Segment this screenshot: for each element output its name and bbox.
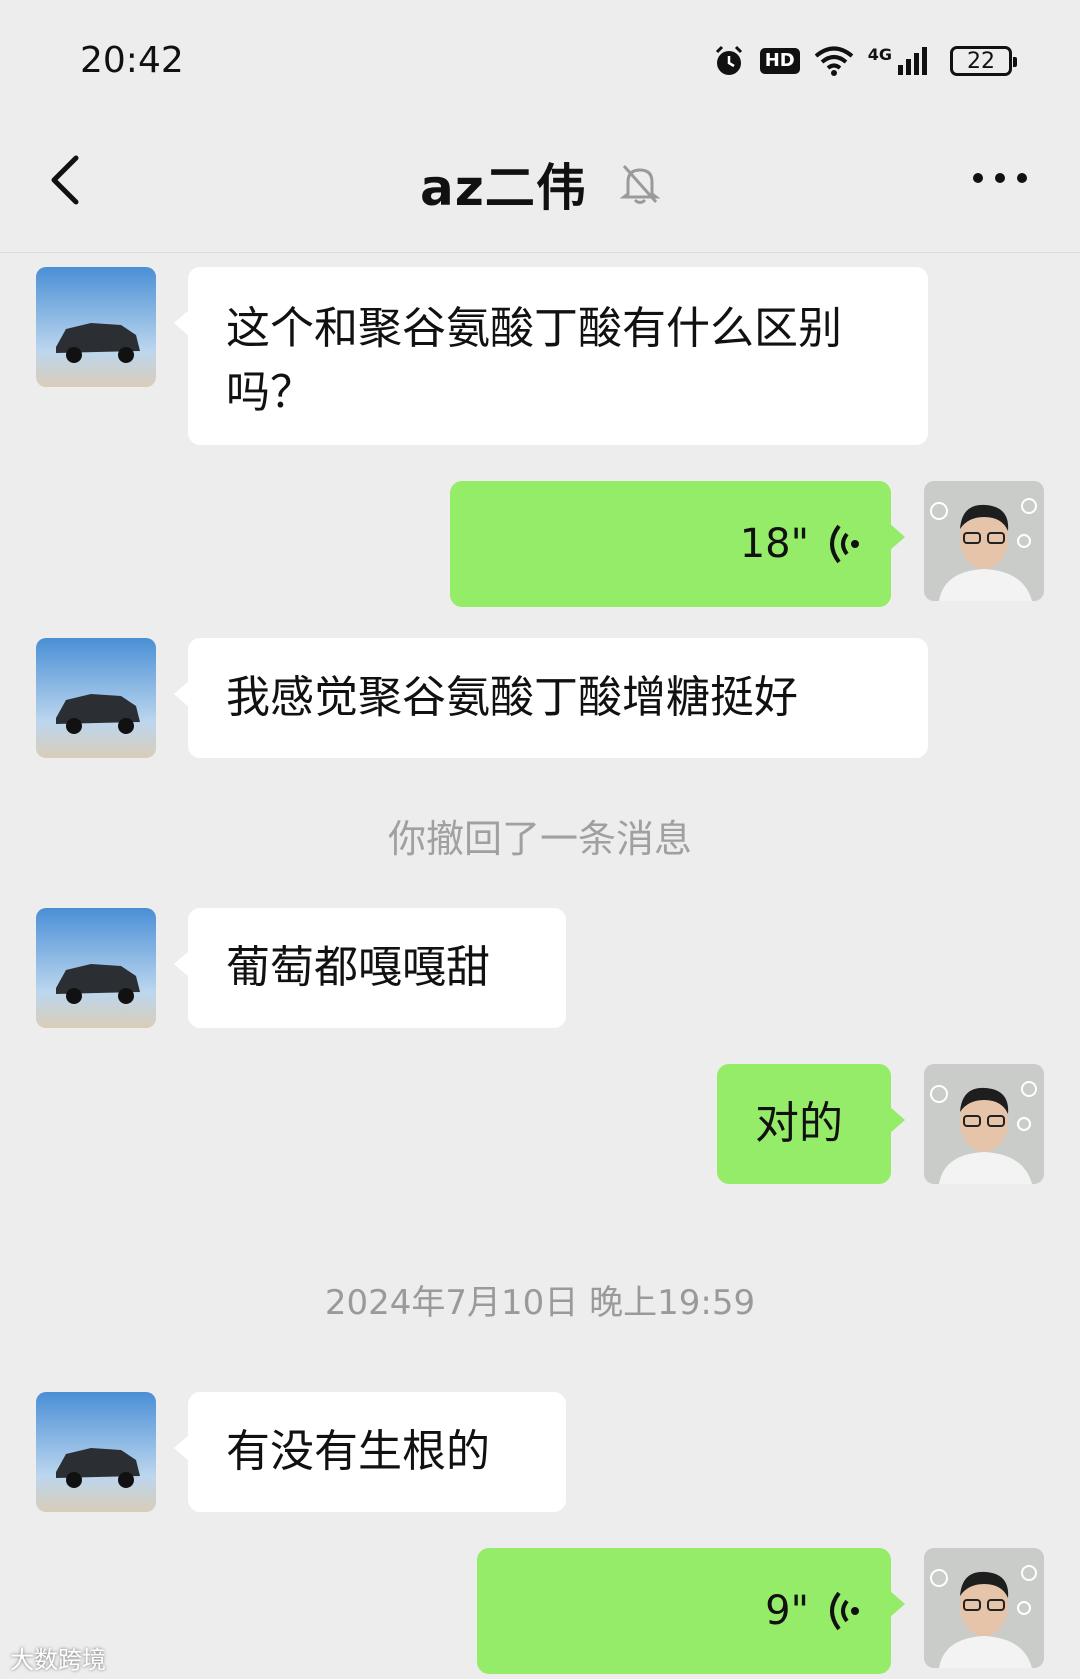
contact-avatar[interactable] [36, 908, 156, 1028]
message-received[interactable]: 这个和聚谷氨酸丁酸有什么区别吗？ [174, 267, 928, 445]
contact-avatar[interactable] [36, 638, 156, 758]
voice-message-sent[interactable]: 9" [477, 1548, 905, 1674]
message-text: 有没有生根的 [226, 1426, 490, 1477]
chat-title: az二伟 [420, 159, 587, 217]
more-options-icon[interactable] [970, 168, 1030, 188]
chat-header: az二伟 [0, 120, 1080, 253]
message-received[interactable]: 我感觉聚谷氨酸丁酸增糖挺好 [174, 638, 928, 758]
voice-wave-icon [830, 1591, 859, 1631]
voice-content: 18" [450, 481, 891, 607]
battery-icon: 22 [950, 46, 1017, 76]
chat-title-wrap: az二伟 [0, 148, 1080, 220]
status-icons: HD 4G 22 [712, 44, 1017, 78]
chat-timestamp: 2024年7月10日 晚上19:59 [324, 1283, 756, 1323]
message-text: 我感觉聚谷氨酸丁酸增糖挺好 [226, 672, 798, 723]
message-received[interactable]: 葡萄都嘎嘎甜 [174, 908, 566, 1028]
mute-bell-icon [619, 165, 660, 204]
voice-wave-icon [830, 524, 859, 564]
network-type: 4G [867, 44, 892, 64]
alarm-icon [715, 45, 742, 75]
watermark-text: 大数跨境 [10, 1646, 106, 1674]
voice-content: 9" [477, 1548, 891, 1674]
status-bar: 20:42 HD 4G 22 [0, 0, 1080, 120]
contact-avatar[interactable] [36, 1392, 156, 1512]
watermark: 大数跨境 [10, 1640, 106, 1675]
message-received[interactable]: 有没有生根的 [174, 1392, 566, 1512]
my-avatar[interactable] [924, 1548, 1044, 1668]
status-time: 20:42 [80, 40, 184, 81]
battery-level: 22 [967, 48, 995, 74]
wifi-icon [814, 46, 854, 76]
message-text: 对的 [755, 1098, 843, 1149]
message-text: 这个和聚谷氨酸丁酸有什么区别吗？ [226, 303, 842, 418]
voice-duration: 9" [765, 1588, 809, 1634]
contact-avatar[interactable] [36, 267, 156, 387]
voice-message-sent[interactable]: 18" [450, 481, 905, 607]
hd-icon: HD [759, 48, 800, 74]
voice-duration: 18" [739, 521, 809, 567]
message-sent[interactable]: 对的 [717, 1064, 905, 1184]
my-avatar[interactable] [924, 481, 1044, 601]
recall-notice: 你撤回了一条消息 [387, 817, 692, 861]
message-text: 葡萄都嘎嘎甜 [226, 942, 490, 993]
my-avatar[interactable] [924, 1064, 1044, 1184]
signal-icon [898, 47, 927, 75]
